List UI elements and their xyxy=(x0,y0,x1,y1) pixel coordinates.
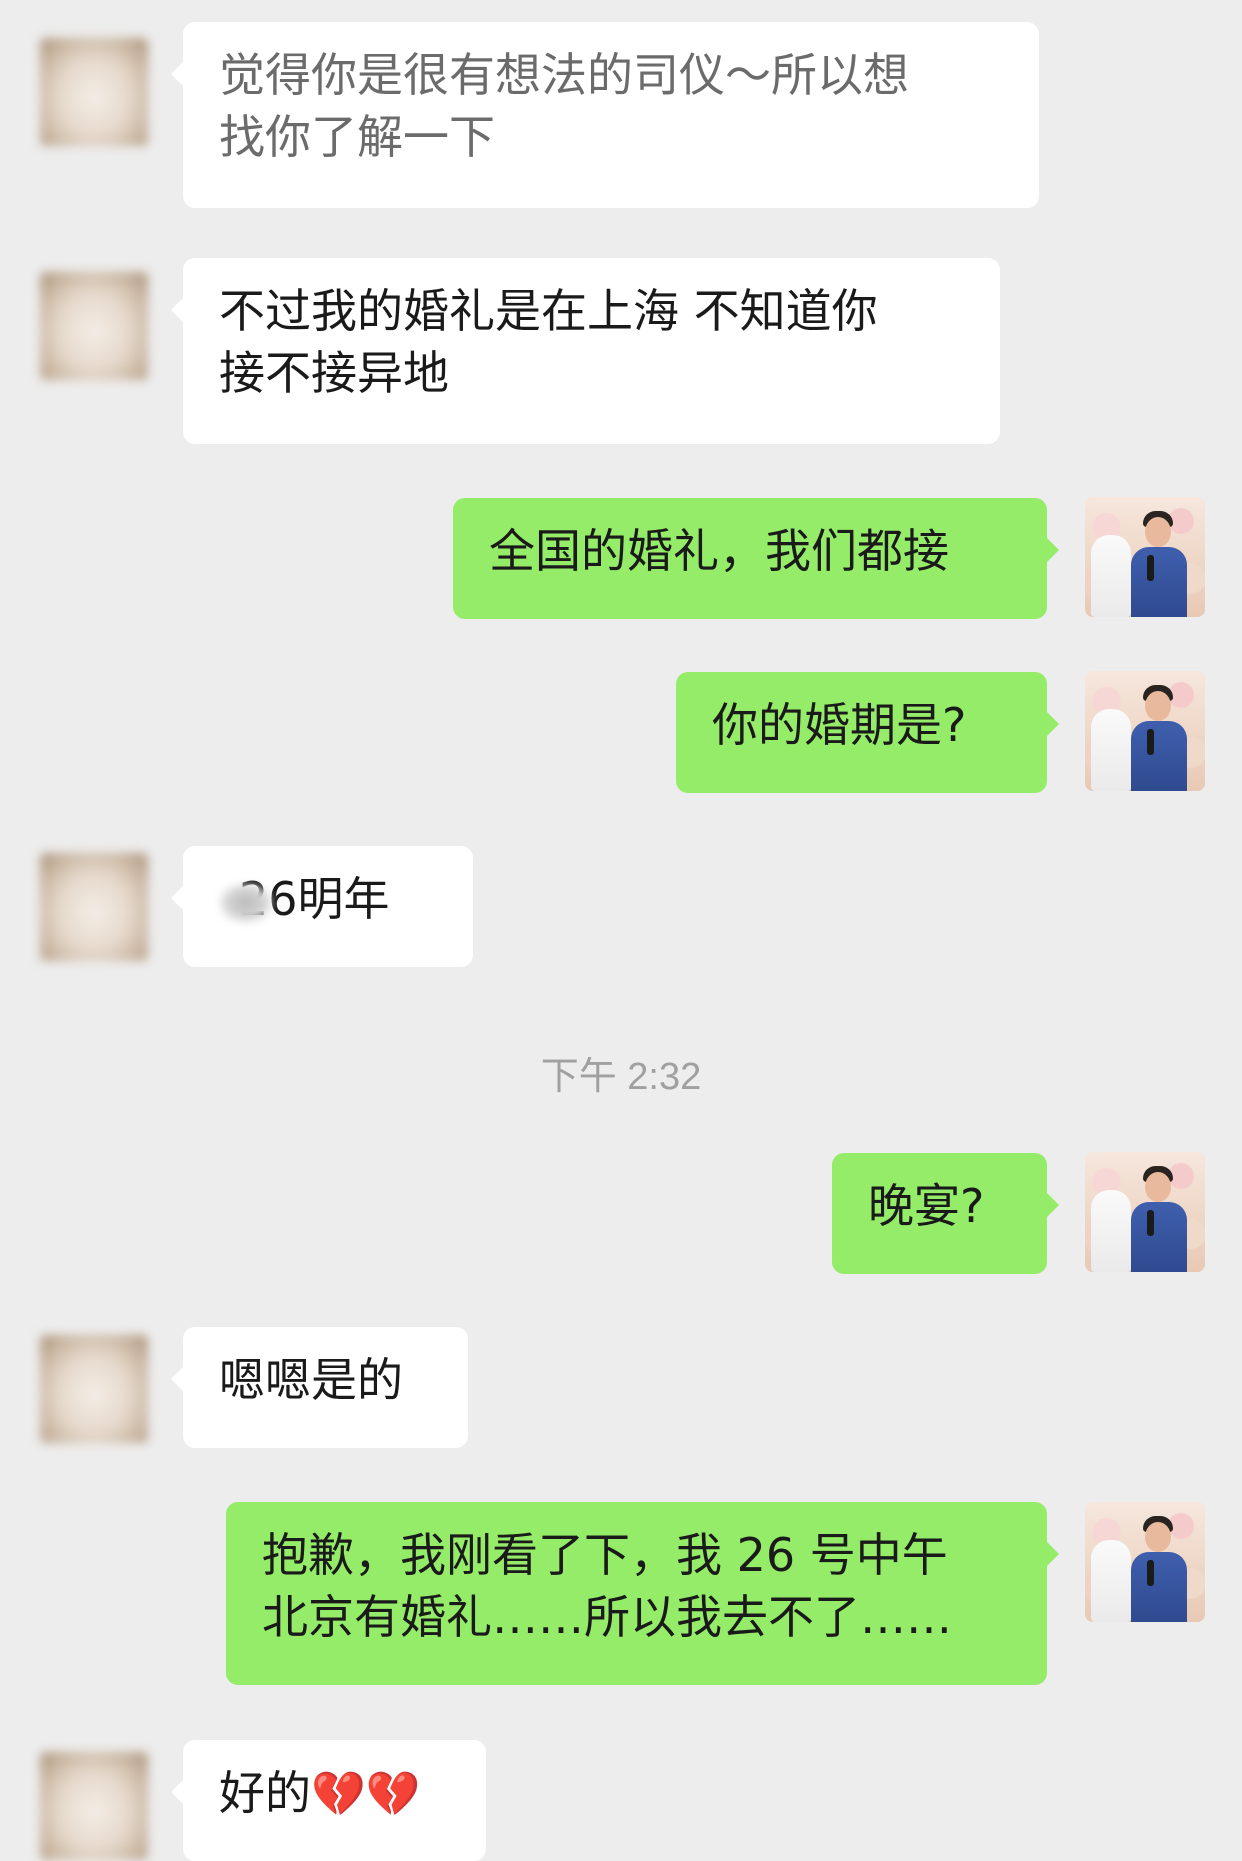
message-bubble-incoming[interactable]: 觉得你是很有想法的司仪～所以想 找你了解一下 xyxy=(171,22,1039,208)
message-line: 抱歉，我刚看了下，我 26 号中午 xyxy=(262,1528,948,1582)
message-bubble-incoming[interactable]: 不过我的婚礼是在上海 不知道你 接不接异地 xyxy=(171,258,1000,444)
message-line: 北京有婚礼……所以我去不了…… xyxy=(262,1590,952,1644)
message-bubble-outgoing[interactable]: 抱歉，我刚看了下，我 26 号中午 北京有婚礼……所以我去不了…… xyxy=(226,1502,1059,1685)
message-bubble-incoming[interactable]: 26明年 xyxy=(171,846,473,967)
message-bubble-outgoing[interactable]: 全国的婚礼，我们都接 xyxy=(453,498,1059,619)
redacted-text xyxy=(219,882,273,923)
contact-avatar[interactable] xyxy=(40,1335,148,1443)
contact-avatar[interactable] xyxy=(40,38,148,146)
contact-avatar[interactable] xyxy=(40,272,148,380)
contact-avatar[interactable] xyxy=(40,853,148,961)
message-text: 好的 xyxy=(219,1766,311,1820)
message-bubble-incoming[interactable]: 好的💔💔 xyxy=(171,1740,486,1861)
message-bubble-outgoing[interactable]: 晚宴? xyxy=(832,1153,1059,1274)
message-text: 你的婚期是? xyxy=(712,698,967,752)
message-text: 全国的婚礼，我们都接 xyxy=(489,524,949,578)
message-line: 找你了解一下 xyxy=(219,110,495,164)
broken-heart-icon: 💔💔 xyxy=(311,1769,421,1820)
message-line: 不过我的婚礼是在上海 不知道你 xyxy=(219,284,878,338)
my-avatar[interactable] xyxy=(1085,497,1205,617)
message-text: 晚宴? xyxy=(868,1179,985,1233)
message-line: 觉得你是很有想法的司仪～所以想 xyxy=(219,48,909,102)
my-avatar[interactable] xyxy=(1085,1152,1205,1272)
message-bubble-outgoing[interactable]: 你的婚期是? xyxy=(676,672,1059,793)
message-bubble-incoming[interactable]: 嗯嗯是的 xyxy=(171,1327,468,1448)
message-text: 嗯嗯是的 xyxy=(219,1353,403,1407)
contact-avatar[interactable] xyxy=(40,1752,148,1860)
chat-thread: 觉得你是很有想法的司仪～所以想 找你了解一下 不过我的婚礼是在上海 不知道你 接… xyxy=(0,0,1242,1861)
chat-timestamp: 下午 2:32 xyxy=(540,1056,702,1098)
message-line: 接不接异地 xyxy=(219,346,449,400)
my-avatar[interactable] xyxy=(1085,1502,1205,1622)
my-avatar[interactable] xyxy=(1085,671,1205,791)
